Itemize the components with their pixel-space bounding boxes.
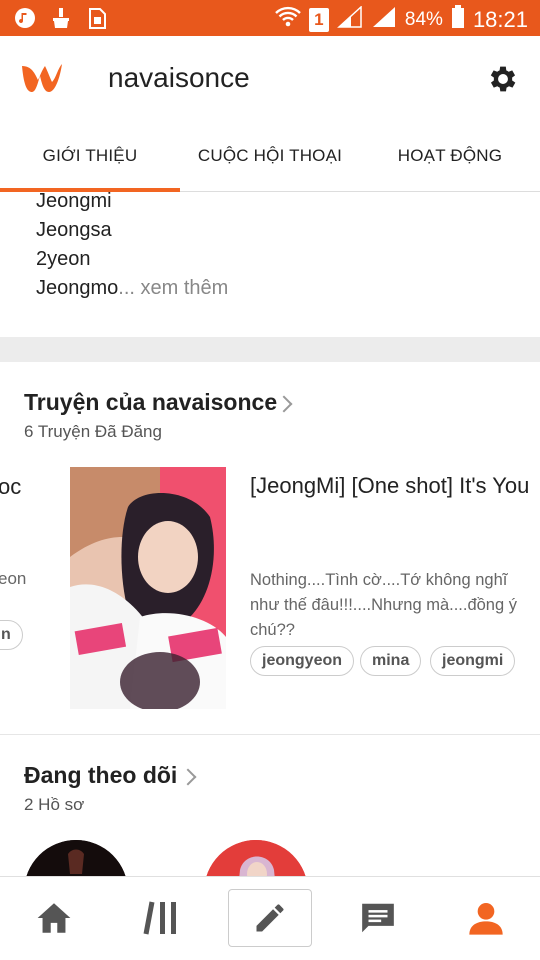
sim-slot-icon: 1: [308, 8, 329, 32]
about-line: 2yeon: [36, 248, 91, 270]
wattpad-logo-icon[interactable]: [18, 58, 66, 98]
tab-about[interactable]: GIỚI THIỆU: [0, 146, 180, 166]
battery-icon: [451, 5, 465, 35]
following-section-title[interactable]: Đang theo dõi: [24, 762, 177, 789]
about-line-last: Jeongmo: [36, 277, 119, 299]
battery-percent: 84%: [404, 9, 443, 30]
profile-username: navaisonce: [108, 62, 250, 93]
chevron-right-icon[interactable]: [275, 395, 293, 413]
home-icon[interactable]: [12, 889, 96, 947]
cleaner-notification-icon: [50, 7, 72, 29]
about-line: Jeongmi: [36, 190, 112, 212]
write-icon[interactable]: [228, 889, 312, 947]
chevron-right-icon[interactable]: [179, 768, 197, 786]
wifi-icon: [275, 6, 301, 34]
story-tag[interactable]: jeongmi: [430, 646, 516, 676]
clock: 18:21: [472, 7, 528, 32]
see-more-link[interactable]: ... xem thêm: [118, 277, 228, 299]
story-tag[interactable]: jeongyeon: [250, 646, 355, 676]
messages-icon[interactable]: [336, 889, 420, 947]
bottom-navigation: [0, 876, 540, 960]
following-count: 2 Hồ sơ: [24, 795, 85, 814]
library-icon[interactable]: [120, 889, 204, 947]
signal-icon-2: [371, 6, 397, 34]
prev-story-title-fragment[interactable]: oc: [0, 474, 21, 500]
story-description: Nothing....Tình cờ....Tớ không nghĩ như …: [250, 571, 517, 639]
story-cover-image[interactable]: [70, 467, 226, 709]
section-divider: [0, 734, 540, 735]
signal-icon: [336, 5, 363, 34]
tab-conversations[interactable]: CUỘC HỘI THOẠI: [180, 146, 360, 166]
tab-activity[interactable]: HOẠT ĐỘNG: [360, 146, 540, 166]
stories-count: 6 Truyện Đã Đăng: [24, 422, 162, 441]
about-line: Jeongsa: [36, 219, 112, 241]
status-bar: 1 84% 18:21: [0, 0, 540, 36]
prev-story-desc-fragment: eon: [0, 569, 27, 588]
profile-icon[interactable]: [444, 889, 528, 947]
story-tag[interactable]: mina: [360, 646, 422, 676]
music-notification-icon: [14, 7, 36, 29]
story-title[interactable]: [JeongMi] [One shot] It's You: [250, 472, 530, 499]
gear-icon[interactable]: [486, 62, 520, 96]
prev-story-tag[interactable]: n: [0, 620, 23, 650]
profile-tabs: GIỚI THIỆU CUỘC HỘI THOẠI HOẠT ĐỘNG: [0, 122, 540, 192]
stories-section-title[interactable]: Truyện của navaisonce: [24, 389, 277, 416]
about-line-truncated: Jeongmo... xem thêm: [36, 277, 228, 300]
sim-notification-icon: [86, 7, 108, 29]
section-separator: [0, 337, 540, 362]
profile-header: navaisonce: [0, 36, 540, 122]
